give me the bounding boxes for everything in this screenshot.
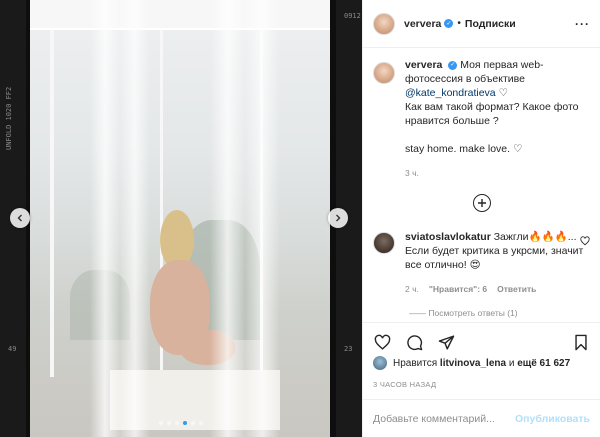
avatar[interactable]	[373, 232, 395, 254]
caption-username[interactable]: ververa	[405, 59, 442, 71]
film-frame-number: 0912	[344, 12, 361, 20]
share-button[interactable]	[437, 333, 455, 351]
save-button[interactable]	[572, 333, 590, 351]
post-sidebar: ververa ✓ • Подписки ··· ververa ✓ Моя п…	[362, 0, 600, 437]
avatar[interactable]	[373, 356, 387, 370]
comment-button[interactable]	[405, 333, 423, 351]
post-photo	[30, 0, 330, 437]
carousel-prev-button[interactable]	[10, 208, 30, 228]
plus-icon	[477, 199, 486, 207]
caption-body: ververa ✓ Моя первая web-фотосессия в об…	[405, 58, 590, 180]
verified-badge-icon: ✓	[444, 19, 454, 28]
comment-username[interactable]: sviatoslavlokatur	[405, 231, 491, 243]
like-button[interactable]	[373, 333, 391, 351]
post-actions	[363, 322, 600, 351]
window-mullion	[50, 30, 54, 377]
comment-like-icon[interactable]	[580, 236, 590, 248]
more-options-icon[interactable]: ···	[575, 17, 590, 31]
likes-user-link[interactable]: litvinova_lena	[440, 358, 506, 369]
carousel-dot	[175, 421, 179, 425]
heart-emoji: ♡	[512, 143, 523, 155]
author-username[interactable]: ververa	[404, 18, 441, 30]
likes-middle: и	[508, 357, 515, 369]
comment-item: sviatoslavlokatur Зажгли🔥🔥🔥... Если буде…	[373, 230, 590, 296]
avatar[interactable]	[373, 12, 395, 35]
carousel-dot	[167, 421, 171, 425]
film-code-text: UNFOLD 1020 FF2	[5, 86, 13, 150]
carousel-dot	[159, 421, 163, 425]
comment-body: sviatoslavlokatur Зажгли🔥🔥🔥... Если буде…	[405, 230, 585, 296]
chevron-right-icon	[336, 214, 341, 222]
caption: ververa ✓ Моя первая web-фотосессия в об…	[373, 58, 590, 180]
carousel-dot	[183, 421, 187, 425]
paper-plane-icon	[438, 334, 454, 350]
caption-mention-link[interactable]: @kate_kondratieva	[405, 87, 496, 99]
likes-prefix: Нравится	[393, 357, 438, 369]
carousel-dot	[191, 421, 195, 425]
curtain	[90, 0, 150, 437]
heart-icon	[374, 334, 390, 350]
bookmark-icon	[575, 334, 587, 350]
comment-input[interactable]	[373, 412, 516, 425]
film-frame-number: 49	[8, 345, 17, 353]
window-top-frame	[30, 0, 330, 30]
caption-line: stay home. make love.	[405, 143, 511, 155]
verified-badge-icon: ✓	[448, 60, 458, 70]
film-frame-number: 23	[344, 345, 353, 353]
heart-emoji: ♡	[498, 87, 508, 99]
view-replies-button[interactable]: —— Посмотреть ответы (1)	[409, 308, 590, 318]
load-more-comments-button[interactable]	[472, 194, 491, 212]
likes-count-link[interactable]: ещё 61 627	[517, 358, 570, 369]
carousel-next-button[interactable]	[328, 208, 348, 228]
following-button[interactable]: Подписки	[465, 18, 516, 30]
post-header: ververa ✓ • Подписки ···	[363, 0, 600, 48]
carousel-indicator	[0, 421, 362, 425]
reply-button[interactable]: Ответить	[497, 282, 536, 296]
carousel-dot	[199, 421, 203, 425]
avatar[interactable]	[373, 62, 395, 84]
publish-button[interactable]: Опубликовать	[515, 413, 590, 425]
comments-section: ververa ✓ Моя первая web-фотосессия в об…	[363, 58, 600, 322]
header-separator: •	[457, 18, 461, 29]
comment-icon	[406, 334, 422, 350]
chevron-left-icon	[17, 214, 22, 222]
caption-time[interactable]: 3 ч.	[405, 166, 590, 180]
caption-line: Как вам такой формат? Какое фото нравитс…	[405, 101, 579, 127]
add-comment-bar: Опубликовать	[363, 399, 600, 437]
post-timestamp[interactable]: 3 ЧАСОВ НАЗАД	[373, 380, 436, 389]
comment-meta: 2 ч. "Нравится": 6 Ответить	[405, 282, 585, 296]
comment-likes[interactable]: "Нравится": 6	[429, 282, 487, 296]
likes-summary: Нравится litvinova_lena и ещё 61 627	[373, 356, 590, 370]
post-media[interactable]: UNFOLD 1020 FF2 49 0912 23	[0, 0, 362, 437]
curtain	[210, 0, 280, 437]
comment-time[interactable]: 2 ч.	[405, 282, 419, 296]
